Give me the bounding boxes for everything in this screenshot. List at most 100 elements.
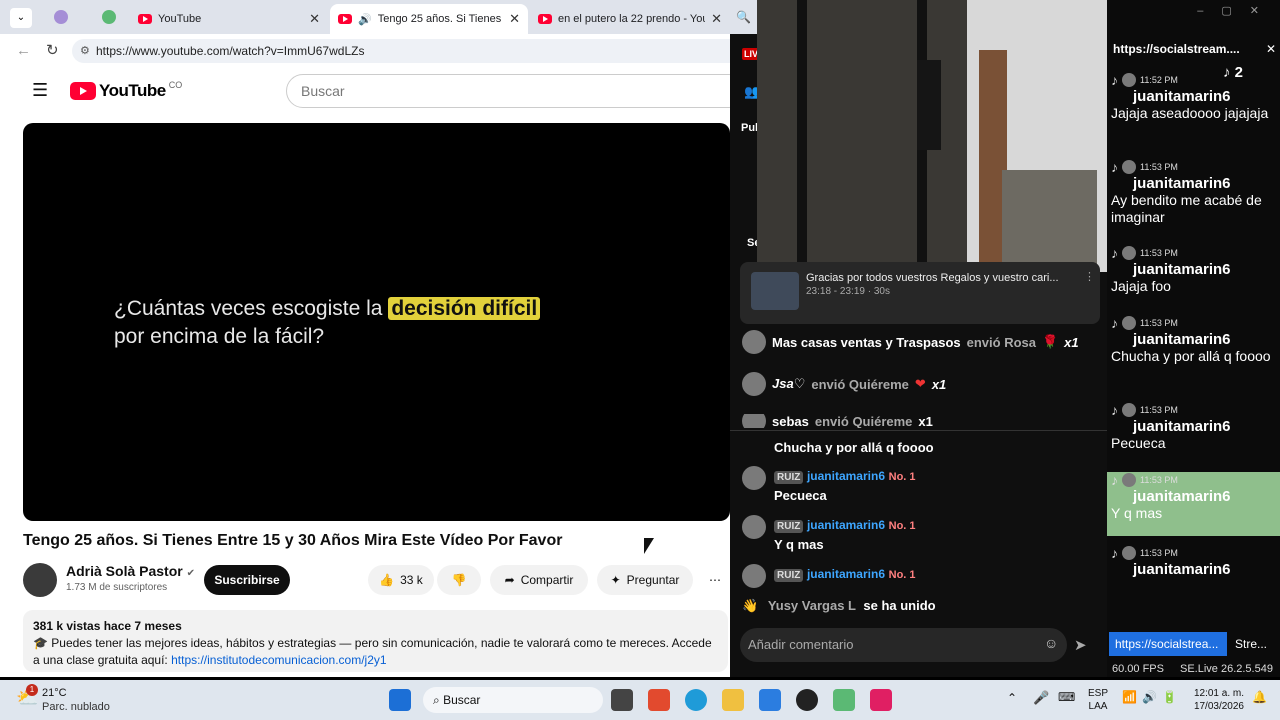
avatar — [742, 330, 766, 354]
tiktok-icon: ♪ — [1111, 245, 1118, 261]
avatar — [742, 466, 766, 490]
volume-icon[interactable]: 🔊 — [1142, 690, 1157, 704]
avatar — [1122, 73, 1136, 87]
chevron-up-icon[interactable]: ⌃ — [1007, 691, 1017, 705]
menu-icon[interactable]: ☰ — [32, 80, 48, 101]
tiktok-app-icon[interactable] — [870, 689, 892, 711]
avatar — [1122, 246, 1136, 260]
tab-video[interactable]: 🔊 Tengo 25 años. Si Tienes Entre ✕ — [330, 4, 528, 34]
more-actions-button[interactable]: ⋯ — [700, 565, 730, 595]
video-title: Tengo 25 años. Si Tienes Entre 15 y 30 A… — [23, 532, 563, 549]
footer-other-tab[interactable]: Stre... — [1235, 637, 1267, 651]
close-icon[interactable]: ✕ — [309, 11, 320, 27]
chat-author[interactable]: juanitamarin6 — [807, 567, 885, 581]
close-icon[interactable]: ✕ — [1266, 42, 1276, 56]
url-input[interactable]: ⚙ https://www.youtube.com/watch?v=ImmU67… — [72, 39, 752, 63]
video-player[interactable]: ¿Cuántas veces escogiste la decisión dif… — [23, 123, 730, 521]
pinned-tab-1[interactable] — [54, 10, 68, 24]
channel-avatar[interactable] — [23, 563, 57, 597]
pinned-thumbnail — [751, 272, 799, 310]
back-icon[interactable]: ← — [16, 42, 31, 59]
caption-highlight: decisión difícil — [388, 297, 541, 320]
socialstream-footer: https://socialstrea... Stre... — [1107, 632, 1280, 656]
site-info-icon[interactable]: ⚙ — [80, 44, 90, 57]
keyboard-icon[interactable]: ⌨ — [1058, 690, 1075, 704]
tab-youtube[interactable]: YouTube ✕ — [130, 4, 328, 34]
microphone-icon[interactable]: 🎤 — [1033, 690, 1049, 706]
chat-tab-label[interactable]: Pul — [741, 122, 758, 134]
more-icon[interactable]: ⋮ — [1084, 270, 1095, 283]
thumbs-down-icon: 👎 — [451, 573, 467, 587]
battery-icon[interactable]: 🔋 — [1162, 690, 1177, 704]
wifi-icon[interactable]: 📶 — [1122, 690, 1137, 704]
share-button[interactable]: ➦ Compartir — [490, 565, 588, 595]
subscriber-count: 1.73 M de suscriptores — [66, 582, 168, 593]
edge-icon[interactable] — [685, 689, 707, 711]
tiktok-message-highlighted: ♪ 11:53 PM juanitamarin6 Y q mas — [1107, 472, 1280, 536]
tab-label: Tengo 25 años. Si Tienes Entre — [377, 13, 503, 25]
youtube-logo-text: YouTube — [99, 81, 166, 100]
rank-badge: No. 1 — [888, 569, 916, 581]
notification-icon[interactable]: 🔔 — [1252, 690, 1267, 704]
like-button[interactable]: 👍 33 k — [368, 565, 434, 595]
search-icon: ⌕ — [433, 693, 440, 707]
gift-sender: Mas casas ventas y Traspasos — [772, 334, 961, 350]
brave-icon[interactable] — [648, 689, 670, 711]
header-url: https://socialstream.... — [1113, 42, 1240, 56]
tab-other-video[interactable]: en el putero la 22 prendo - YouTub ✕ — [530, 4, 730, 34]
rank-badge: No. 1 — [888, 520, 916, 532]
tiktok-message: ♪ 11:53 PM juanitamarin6 Ay bendito me ac… — [1107, 159, 1280, 241]
thumbs-up-icon: 👍 — [379, 573, 395, 587]
chat-author[interactable]: juanitamarin6 — [807, 469, 885, 483]
language-indicator[interactable]: ESP LAA — [1088, 687, 1108, 713]
speaker-icon[interactable]: 🔊 — [358, 13, 372, 26]
file-explorer-icon[interactable] — [722, 689, 744, 711]
caption-line2: por encima de la fácil? — [114, 325, 325, 348]
search-tab-icon[interactable]: 🔍 — [736, 10, 751, 24]
chat-author[interactable]: juanitamarin6 — [807, 518, 885, 532]
tiktok-text: Chucha y por allá q foooo — [1111, 348, 1271, 364]
video-caption: ¿Cuántas veces escogiste la decisión dif… — [114, 295, 541, 351]
comment-input[interactable]: Añadir comentario ☺ — [740, 628, 1067, 662]
avatar — [742, 414, 766, 428]
time: 12:01 a. m. — [1193, 688, 1244, 699]
tab-label: YouTube — [158, 13, 202, 25]
store-icon[interactable] — [759, 689, 781, 711]
pinned-time: 23:18 - 23:19 · 30s — [806, 286, 890, 297]
channel-name[interactable]: Adrià Solà Pastor ✔ — [66, 563, 195, 579]
tiktok-icon: ♪ — [1111, 72, 1118, 88]
footer-link-tab[interactable]: https://socialstrea... — [1109, 632, 1227, 656]
send-icon[interactable]: ➤ — [1074, 636, 1087, 654]
youtube-logo[interactable]: YouTube CO — [70, 80, 182, 101]
tab-list-button[interactable]: ⌄ — [10, 8, 32, 28]
search-input[interactable]: Buscar — [286, 74, 746, 108]
url-text: https://www.youtube.com/watch?v=ImmU67wd… — [96, 44, 365, 58]
video-description[interactable]: 381 k vistas hace 7 meses 🎓 Puedes tener… — [23, 610, 728, 672]
emoji-icon[interactable]: ☺ — [1044, 635, 1058, 651]
description-link[interactable]: https://institutodecomunicacion.com/j2y1 — [171, 653, 386, 667]
reload-icon[interactable]: ↻ — [46, 41, 59, 59]
dislike-button[interactable]: 👎 — [437, 565, 481, 595]
avatar — [742, 515, 766, 539]
obs-icon[interactable] — [796, 689, 818, 711]
weather-widget[interactable]: ⛅ 1 21°C Parc. nublado — [16, 684, 136, 716]
app-icon[interactable] — [833, 689, 855, 711]
tab-label: en el putero la 22 prendo - YouTub — [558, 13, 705, 25]
tiktok-user: juanitamarin6 — [1133, 88, 1231, 105]
youtube-icon — [338, 14, 352, 24]
tiktok-text: Y q mas — [1111, 505, 1163, 521]
start-icon[interactable] — [389, 689, 411, 711]
tiktok-icon: ♪ — [1111, 402, 1118, 418]
ask-button[interactable]: ✦ Preguntar — [597, 565, 693, 595]
youtube-icon — [538, 14, 552, 24]
close-icon[interactable]: ✕ — [509, 11, 520, 27]
taskbar-search[interactable]: ⌕ Buscar — [423, 687, 603, 713]
subscribe-button[interactable]: Suscribirse — [204, 565, 290, 595]
comment-placeholder: Añadir comentario — [748, 637, 854, 652]
pinned-tab-2[interactable] — [102, 10, 116, 24]
pinned-message[interactable]: Gracias por todos vuestros Regalos y vue… — [740, 262, 1100, 324]
task-view-icon[interactable] — [611, 689, 633, 711]
clock[interactable]: 12:01 a. m. 17/03/2026 — [1188, 687, 1244, 713]
share-icon: ➦ — [504, 573, 515, 587]
close-icon[interactable]: ✕ — [711, 11, 722, 27]
